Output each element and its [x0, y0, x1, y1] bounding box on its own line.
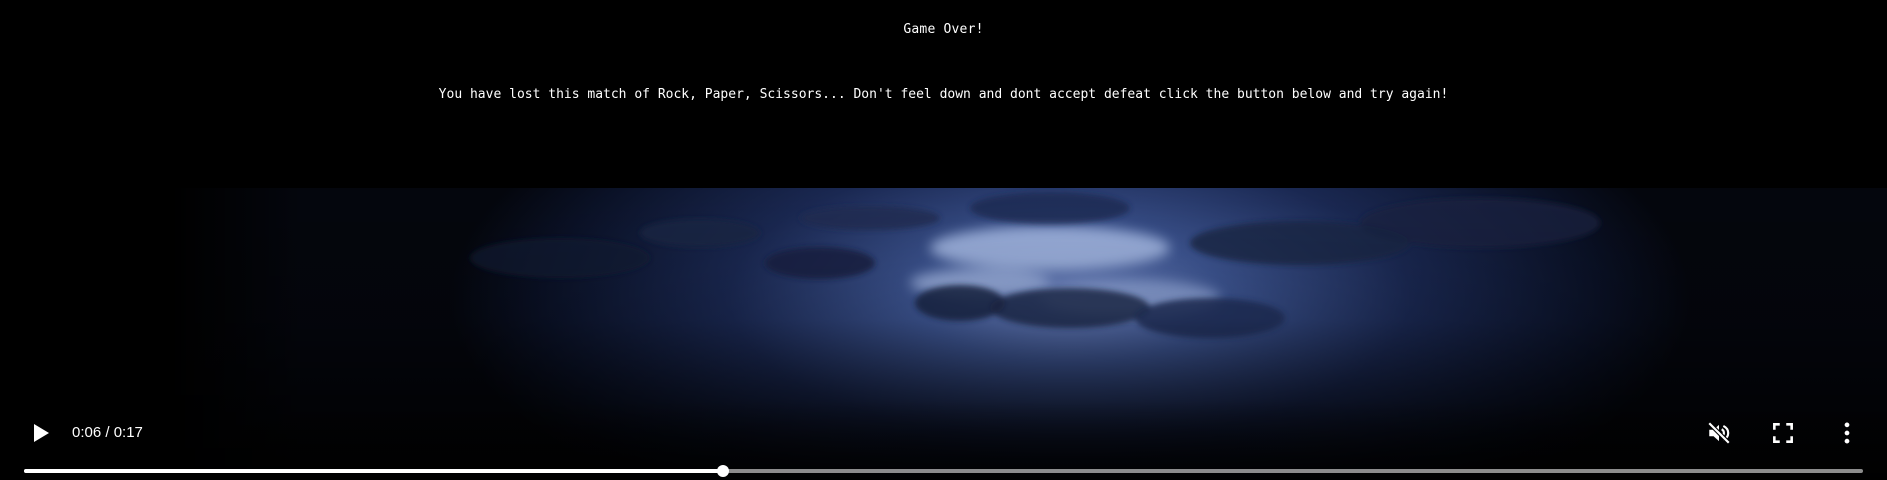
mute-button[interactable] — [1706, 420, 1732, 446]
seek-handle[interactable] — [716, 465, 729, 477]
more-vert-icon — [1844, 422, 1850, 444]
seek-progress — [24, 469, 723, 473]
fullscreen-button[interactable] — [1770, 420, 1796, 446]
volume-muted-icon — [1707, 421, 1731, 445]
video-controls: 0:06 / 0:17 — [0, 400, 1887, 480]
play-icon — [34, 424, 49, 442]
play-button[interactable] — [28, 421, 52, 445]
game-over-message: You have lost this match of Rock, Paper,… — [438, 87, 1449, 102]
seek-bar[interactable] — [24, 464, 1863, 478]
fullscreen-icon — [1773, 423, 1793, 443]
page-heading: Game Over! — [903, 22, 984, 37]
time-display: 0:06 / 0:17 — [72, 424, 143, 441]
more-options-button[interactable] — [1834, 420, 1860, 446]
video-player[interactable]: 0:06 / 0:17 — [0, 188, 1887, 480]
